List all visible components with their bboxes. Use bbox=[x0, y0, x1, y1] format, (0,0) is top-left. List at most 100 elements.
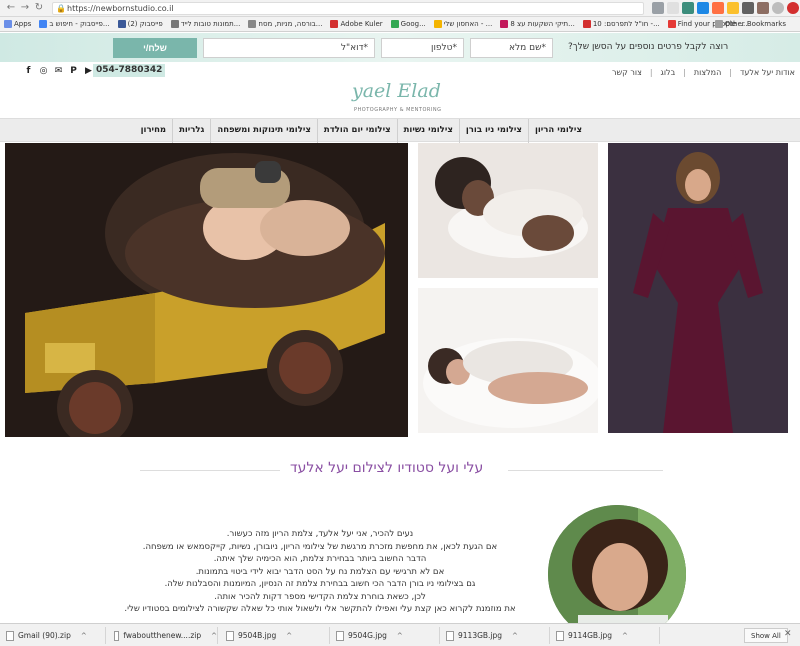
reload-icon[interactable]: ↻ bbox=[32, 1, 46, 15]
meetup-icon bbox=[667, 20, 676, 28]
about-paragraph: את מוזמנת לקרוא כאן קצת עלי ואפילו להתקש… bbox=[124, 604, 516, 614]
file-icon bbox=[556, 630, 564, 641]
pinterest-icon[interactable]: P bbox=[69, 66, 78, 76]
facebook-icon bbox=[117, 20, 126, 28]
nav-item[interactable]: מחירון bbox=[135, 119, 172, 143]
nav-item[interactable]: צילומי הריון bbox=[527, 119, 588, 143]
file-icon bbox=[336, 630, 344, 641]
bookmark-item[interactable]: (2) פייסבוק bbox=[117, 20, 163, 28]
extension-icon[interactable] bbox=[697, 2, 709, 14]
download-item[interactable]: 9114GB.jpg ^ bbox=[556, 627, 660, 644]
youtube-icon[interactable]: ▶ bbox=[84, 66, 93, 76]
bookmark-item[interactable]: בורסה, מניות, מסח... bbox=[248, 20, 322, 28]
logo-text: yael Elad bbox=[352, 80, 441, 102]
download-item[interactable]: 9504B.jpg ^ bbox=[226, 627, 330, 644]
bookmark-item[interactable]: Adobe Kuler bbox=[330, 20, 383, 28]
folder-icon bbox=[714, 20, 723, 28]
top-link[interactable]: בלוג bbox=[661, 68, 676, 77]
address-bar[interactable]: 🔒 https://newbornstudio.co.il bbox=[52, 2, 644, 15]
show-all-button[interactable]: Show All bbox=[744, 628, 788, 643]
about-paragraph: אם הגעת לכאן, את מחפשת מזכרת מרגשת של צי… bbox=[142, 541, 498, 552]
star-icon[interactable] bbox=[667, 2, 679, 14]
maternity-photo[interactable] bbox=[418, 288, 598, 433]
bookmark-item[interactable]: Goog... bbox=[390, 20, 426, 28]
chevron-up-icon[interactable]: ^ bbox=[286, 632, 292, 640]
extension-icon[interactable] bbox=[727, 2, 739, 14]
page: ← → ↻ 🔒 https://newbornstudio.co.il Apps bbox=[0, 0, 800, 646]
close-icon[interactable]: ✕ bbox=[784, 629, 792, 639]
menu-icon[interactable] bbox=[787, 2, 799, 14]
instagram-icon[interactable]: ◎ bbox=[39, 66, 48, 76]
bookmark-item[interactable]: 8 תיקי השקעות עצ... bbox=[500, 20, 575, 28]
email-field[interactable]: דוא"ל* bbox=[203, 38, 375, 58]
maternity-photo[interactable] bbox=[418, 143, 598, 278]
download-item[interactable]: 9113GB.jpg ^ bbox=[446, 627, 550, 644]
nav-item[interactable]: צילומי ניו בורן bbox=[458, 119, 528, 143]
download-item[interactable]: 9504G.jpg ^ bbox=[336, 627, 440, 644]
chevron-up-icon[interactable]: ^ bbox=[81, 632, 87, 640]
chevron-up-icon[interactable]: ^ bbox=[397, 632, 403, 640]
about-paragraph: נעים להכיר, אני יעל אלעד, צלמת הריון מזה… bbox=[226, 529, 414, 539]
chevron-up-icon[interactable]: ^ bbox=[622, 632, 628, 640]
about-paragraph: לכן, כשאת בוחרת צלמת הקדישי מספר דקות לה… bbox=[214, 591, 426, 602]
back-icon[interactable]: ← bbox=[4, 1, 18, 15]
top-link[interactable]: צור קשר bbox=[612, 68, 642, 77]
nav-item[interactable]: צילומי תינוקות ומשפחה bbox=[210, 119, 317, 143]
file-icon bbox=[226, 630, 234, 641]
facebook-icon[interactable]: f bbox=[24, 66, 33, 76]
submit-button[interactable]: שלח/י bbox=[113, 38, 197, 58]
download-item[interactable]: Gmail (90).zip ^ bbox=[6, 627, 106, 644]
bookmark-item[interactable]: האחסון שלי - ... bbox=[433, 20, 492, 28]
phone-number[interactable]: 054-7880342 bbox=[93, 64, 166, 77]
nav-item[interactable]: גלריות bbox=[172, 119, 210, 143]
bookmarks-bar: Apps פייסבוק - חיפוש ב... (2) פייסבוק תמ… bbox=[0, 17, 800, 32]
main-nav: צילומי הריון צילומי ניו בורן צילומי נשיו… bbox=[0, 118, 800, 143]
logo-tagline: PHOTOGRAPHY & MENTORING bbox=[354, 107, 442, 113]
extension-icon[interactable] bbox=[712, 2, 724, 14]
phone-field[interactable]: טלפון* bbox=[381, 38, 464, 58]
profile-icon[interactable] bbox=[772, 2, 784, 14]
bookmark-item[interactable]: תמונות טובות לייד... bbox=[170, 20, 240, 28]
chevron-up-icon[interactable]: ^ bbox=[211, 632, 217, 640]
extension-icon[interactable] bbox=[742, 2, 754, 14]
email-icon[interactable]: ✉ bbox=[54, 66, 63, 76]
download-item[interactable]: fwaboutthenew....zip ^ bbox=[114, 627, 218, 644]
lead-form-bar: שלח/י דוא"ל* טלפון* שם מלא* רוצה לקבל פר… bbox=[0, 33, 800, 62]
site-logo[interactable]: yael Elad PHOTOGRAPHY & MENTORING bbox=[352, 80, 442, 114]
extension-icon[interactable] bbox=[682, 2, 694, 14]
extension-icon[interactable] bbox=[757, 2, 769, 14]
page-icon bbox=[500, 20, 509, 28]
chevron-up-icon[interactable]: ^ bbox=[512, 632, 518, 640]
separator: | bbox=[683, 68, 686, 77]
newborn-photo[interactable] bbox=[5, 143, 408, 437]
browser-toolbar: ← → ↻ 🔒 https://newbornstudio.co.il bbox=[0, 0, 800, 17]
top-link[interactable]: אודות יעל אלעד bbox=[740, 68, 795, 77]
apps-icon bbox=[4, 20, 12, 28]
nav-item[interactable]: צילומי יום הולדת bbox=[316, 119, 397, 143]
about-paragraph: אם לא תרגישי עם הצלמת נח על הסט הדבר יבו… bbox=[195, 566, 445, 577]
lock-icon: 🔒 bbox=[56, 4, 66, 13]
title-divider bbox=[508, 470, 663, 471]
about-text: נעים להכיר, אני יעל אלעד, צלמת הריון מזה… bbox=[120, 528, 520, 616]
grid-icon bbox=[248, 20, 257, 28]
file-icon bbox=[446, 630, 454, 641]
bookmark-item[interactable]: Apps bbox=[4, 20, 31, 28]
separator: | bbox=[649, 68, 653, 77]
extension-icons bbox=[652, 2, 799, 14]
page-icon bbox=[582, 20, 591, 28]
nav-item[interactable]: צילומי נשיות bbox=[396, 119, 459, 143]
bookmark-item[interactable]: חו"ל לתפרסם: 10 -... bbox=[582, 20, 660, 28]
section-title: עלי ועל סטודיו לצילום יעל אלעד bbox=[290, 460, 484, 476]
gown-photo[interactable] bbox=[608, 143, 788, 433]
forward-icon[interactable]: → bbox=[18, 1, 32, 15]
translate-icon[interactable] bbox=[652, 2, 664, 14]
bookmark-item[interactable]: פייסבוק - חיפוש ב... bbox=[39, 20, 110, 28]
other-bookmarks[interactable]: Other Bookmarks bbox=[714, 20, 786, 28]
lead-question: רוצה לקבל פרטים נוספים על הסשן שלך? bbox=[568, 42, 729, 52]
file-icon bbox=[6, 630, 14, 641]
top-link[interactable]: המלצות bbox=[694, 68, 721, 77]
social-links: f ◎ ✉ P ▶ bbox=[24, 66, 93, 76]
drive-icon bbox=[390, 20, 399, 28]
name-field[interactable]: שם מלא* bbox=[470, 38, 553, 58]
top-links: אודות יעל אלעד | המלצות | בלוג | צור קשר bbox=[612, 68, 795, 77]
